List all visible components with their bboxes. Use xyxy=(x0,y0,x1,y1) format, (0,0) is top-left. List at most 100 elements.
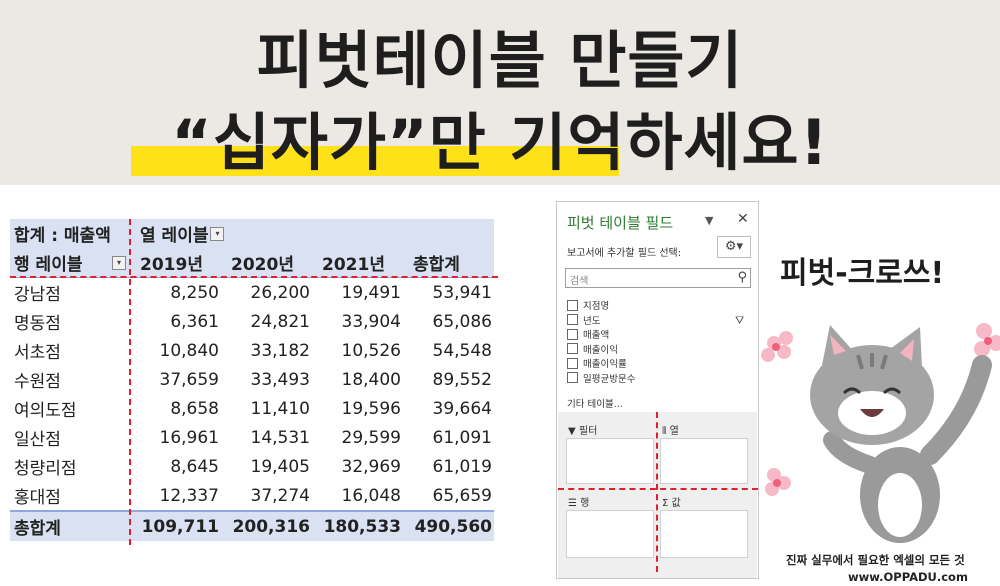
row-label: 여의도점 xyxy=(14,401,77,421)
cell-value: 24,821 xyxy=(250,311,310,332)
year-header: 2021년 xyxy=(322,255,385,275)
grand-total-header: 총합계 xyxy=(413,255,460,275)
row-label: 서초점 xyxy=(14,343,61,363)
filter-area-label: ▼ 필터 xyxy=(568,426,598,437)
search-placeholder: 검색 xyxy=(570,276,589,287)
row-label: 홍대점 xyxy=(14,488,61,508)
cell-value: 8,250 xyxy=(170,282,219,303)
row-label: 일산점 xyxy=(14,430,61,450)
cell-value: 61,091 xyxy=(432,427,492,448)
column-labels-header[interactable]: 열 레이블 ▾ xyxy=(130,221,225,246)
table-row: 청량리점 8,645 19,405 32,969 61,019 xyxy=(10,452,494,481)
columns-drop-area[interactable] xyxy=(660,438,748,484)
cell-value: 18,400 xyxy=(341,369,401,390)
footer-tagline: 진짜 실무에서 필요한 엑셀의 모든 것 xyxy=(786,553,965,567)
row-label: 명동점 xyxy=(14,314,61,334)
cross-caption: 피벗-크로쓰! xyxy=(780,256,945,291)
checkbox[interactable] xyxy=(567,343,578,355)
cell-value: 29,599 xyxy=(341,427,401,448)
year-header: 2020년 xyxy=(231,255,294,275)
cell-value: 53,941 xyxy=(432,282,492,303)
checkbox[interactable] xyxy=(567,299,578,311)
table-row: 여의도점 8,658 11,410 19,596 39,664 xyxy=(10,394,494,423)
cell-value: 11,410 xyxy=(250,398,310,419)
cross-vertical-line xyxy=(129,219,131,545)
field-item[interactable]: 매출이익 xyxy=(567,342,635,357)
table-row: 수원점 37,659 33,493 18,400 89,552 xyxy=(10,365,494,394)
total-value: 490,560 xyxy=(414,516,492,537)
cross-horizontal-line xyxy=(10,276,498,278)
cell-value: 10,840 xyxy=(159,340,219,361)
cell-value: 14,531 xyxy=(250,427,310,448)
columns-icon: ⦀ xyxy=(662,426,667,437)
search-icon: ⚲ xyxy=(737,270,747,285)
pivot-header-row-1: 합계 : 매출액 열 레이블 ▾ xyxy=(10,219,494,248)
cell-value: 12,337 xyxy=(159,485,219,506)
grand-total-row: 총합계 109,711 200,316 180,533 490,560 xyxy=(10,510,494,541)
pane-subtitle: 보고서에 추가할 필드 선택: xyxy=(567,248,682,259)
values-area-label: Σ 값 xyxy=(662,498,681,509)
cell-value: 65,659 xyxy=(432,485,492,506)
rows-icon: ☰ xyxy=(568,498,577,509)
row-labels-header[interactable]: 행 레이블 ▾ xyxy=(10,250,130,275)
pivot-table: 합계 : 매출액 열 레이블 ▾ 행 레이블 ▾ 2019년 2020년 202… xyxy=(10,219,494,541)
pivot-header-row-2: 행 레이블 ▾ 2019년 2020년 2021년 총합계 xyxy=(10,248,494,278)
cat-illustration xyxy=(761,323,1000,543)
pane-cross-horizontal-line xyxy=(558,488,758,490)
filter-drop-area[interactable] xyxy=(566,438,654,484)
title-line-1: 피벗테이블 만들기 xyxy=(256,24,744,97)
more-tables-link[interactable]: 기타 테이블... xyxy=(567,396,623,410)
flower-icon xyxy=(974,323,1000,357)
cell-value: 39,664 xyxy=(432,398,492,419)
rows-area-label: ☰ 행 xyxy=(568,498,590,509)
footer-url[interactable]: www.OPPADU.com xyxy=(848,570,968,584)
table-row: 강남점 8,250 26,200 19,491 53,941 xyxy=(10,278,494,307)
cell-value: 33,493 xyxy=(250,369,310,390)
flower-icon xyxy=(765,468,791,496)
checkbox[interactable] xyxy=(567,372,578,384)
field-list: 지점명 년도 매출액 매출이익 매출이익률 일평균방문수 xyxy=(567,298,635,385)
field-item[interactable]: 매출이익률 xyxy=(567,356,635,371)
cell-value: 19,596 xyxy=(341,398,401,419)
table-row: 명동점 6,361 24,821 33,904 65,086 xyxy=(10,307,494,336)
cell-value: 19,405 xyxy=(250,456,310,477)
row-filter-icon[interactable]: ▾ xyxy=(112,255,126,270)
cell-value: 33,182 xyxy=(250,340,310,361)
cell-value: 8,645 xyxy=(170,456,219,477)
checkbox[interactable] xyxy=(567,314,578,326)
field-item[interactable]: 년도 xyxy=(567,313,635,328)
cell-value: 8,658 xyxy=(170,398,219,419)
flower-icon xyxy=(761,331,793,362)
checkbox[interactable] xyxy=(567,357,578,369)
cell-value: 37,659 xyxy=(159,369,219,390)
cell-value: 10,526 xyxy=(341,340,401,361)
rows-drop-area[interactable] xyxy=(566,510,654,558)
column-filter-icon[interactable]: ▾ xyxy=(210,226,225,241)
chevron-down-icon[interactable]: ▼ xyxy=(705,214,713,227)
table-row: 일산점 16,961 14,531 29,599 61,091 xyxy=(10,423,494,452)
row-label: 수원점 xyxy=(14,372,61,392)
pane-cross-vertical-line xyxy=(656,412,658,572)
grand-total-label: 총합계 xyxy=(14,519,61,539)
pane-title: 피벗 테이블 필드 xyxy=(567,214,674,232)
filter-funnel-icon[interactable]: ⛛ xyxy=(735,314,744,328)
cell-value: 6,361 xyxy=(170,311,219,332)
total-value: 109,711 xyxy=(141,516,219,537)
cell-value: 54,548 xyxy=(432,340,492,361)
values-drop-area[interactable] xyxy=(660,510,748,558)
title-banner: 피벗테이블 만들기 “십자가”만 기억하세요! xyxy=(0,0,1000,185)
cell-value: 26,200 xyxy=(250,282,310,303)
total-value: 180,533 xyxy=(323,516,401,537)
gear-icon[interactable]: ⚙▾ xyxy=(717,236,751,258)
funnel-icon: ▼ xyxy=(568,426,576,437)
field-item[interactable]: 매출액 xyxy=(567,327,635,342)
search-input[interactable]: 검색 ⚲ xyxy=(565,268,751,288)
year-header: 2019년 xyxy=(140,255,203,275)
columns-area-label: ⦀ 열 xyxy=(662,426,679,437)
field-item[interactable]: 지점명 xyxy=(567,298,635,313)
checkbox[interactable] xyxy=(567,328,578,340)
field-item[interactable]: 일평균방문수 xyxy=(567,371,635,386)
cell-value: 33,904 xyxy=(341,311,401,332)
close-icon[interactable]: ✕ xyxy=(737,211,749,227)
column-labels-title: 열 레이블 xyxy=(140,226,209,246)
